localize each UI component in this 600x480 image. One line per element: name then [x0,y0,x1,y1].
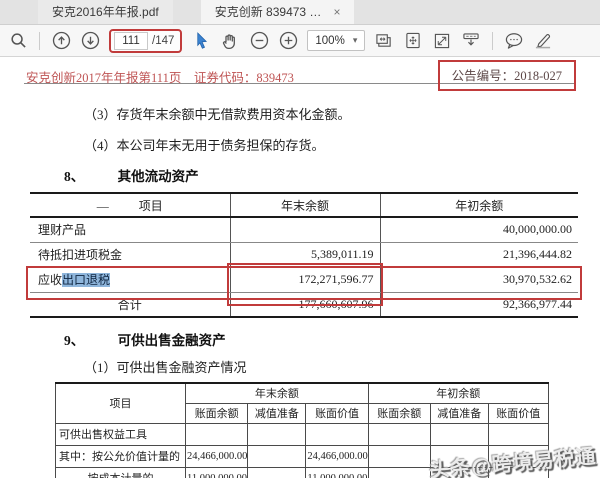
group-header-opening: 年初余额 [368,383,548,403]
search-icon [10,32,27,49]
column-header-item: 项目 [56,383,186,423]
other-current-assets-table-wrap: —项目 年末余额 年初余额 理财产品 40,000,000.00 待抵扣进项税金… [30,192,578,318]
section-number: 8、 [64,169,84,184]
highlighter-button[interactable] [533,29,553,53]
section-number: 9、 [64,333,84,348]
selected-text[interactable]: 出口退税 [62,273,110,287]
page-up-icon [52,31,71,50]
announcement-number-annotation: 公告编号：2018-027 [438,60,576,91]
section-title: 可供出售金融资产 [118,333,226,348]
paragraph-item-4: （4）本公司年末无用于债务担保的存货。 [84,135,600,154]
tab-document-1[interactable]: 安克2016年年报.pdf [38,0,173,24]
chevron-down-icon: ▾ [353,35,358,46]
previous-page-button[interactable] [51,29,71,53]
paragraph-item-3: （3）存货年末余额中无借款费用资本化金额。 [84,104,600,123]
column-header-opening: 年初余额 [380,193,578,217]
search-button[interactable] [8,29,28,53]
next-page-button[interactable] [80,29,100,53]
select-tool-button[interactable] [191,29,211,53]
page-number-annotation: /147 [109,29,182,53]
table-row: 待抵扣进项税金 5,389,011.19 21,396,444.82 [30,242,578,267]
page-number-input[interactable] [114,32,148,50]
comment-button[interactable] [504,29,524,53]
zoom-level-select[interactable]: 100% ▾ [307,30,365,51]
document-header: 安克创新2017年年报第111页 证券代码：839473 公告编号：2018-0… [24,62,576,92]
close-icon[interactable]: × [333,6,340,18]
zoom-level-value: 100% [315,35,344,47]
toolbar-divider [492,32,493,50]
table-row: 可供出售权益工具 [56,423,549,445]
document-page: 安克创新2017年年报第111页 证券代码：839473 公告编号：2018-0… [0,57,600,478]
collapse-toolbar-icon [461,32,481,49]
report-page-label: 安克创新2017年年报第111页 证券代码：839473 [26,67,294,86]
table-header-row: —项目 年末余额 年初余额 [30,193,578,217]
other-current-assets-table: —项目 年末余额 年初余额 理财产品 40,000,000.00 待抵扣进项税金… [30,192,578,318]
fit-page-button[interactable] [403,29,423,53]
cursor-icon [194,32,209,50]
subsection-9-1: （1）可供出售金融资产情况 [84,357,600,376]
table-row: 理财产品 40,000,000.00 [30,217,578,242]
page-total-label: /147 [152,35,174,47]
zoom-in-icon [279,31,298,50]
actual-size-button[interactable] [432,29,452,53]
comment-icon [504,32,524,50]
column-header-closing: 年末余额 [230,193,380,217]
tab-label: 安克2016年年报.pdf [52,5,159,19]
toolbar-divider [39,32,40,50]
hand-tool-button[interactable] [220,29,240,53]
zoom-out-button[interactable] [249,29,269,53]
group-header-closing: 年末余额 [186,383,369,403]
table-total-row: 合计 177,660,607.96 92,366,977.44 [30,292,578,317]
fit-width-button[interactable] [374,29,394,53]
section-title: 其他流动资产 [118,169,199,184]
table-header-row: 项目 年末余额 年初余额 [56,383,549,403]
hand-icon [221,32,239,50]
table-row-highlighted: 应收出口退税 172,271,596.77 30,970,532.62 [30,267,578,292]
zoom-in-button[interactable] [278,29,298,53]
collapse-toolbar-button[interactable] [461,29,481,53]
fit-page-icon [405,32,421,49]
zoom-out-icon [250,31,269,50]
toolbar: /147 100% ▾ [0,25,600,57]
section-9-heading: 9、 可供出售金融资产 [64,329,600,349]
tab-label: 安克创新 839473 … [215,0,322,24]
text-cursor-mark: — [97,199,109,213]
page-down-icon [81,31,100,50]
tab-bar: 安克2016年年报.pdf 安克创新 839473 … × [0,0,600,25]
column-header-item: —项目 [30,193,230,217]
section-8-heading: 8、 其他流动资产 [64,165,600,185]
announcement-number: 公告编号：2018-027 [452,69,562,83]
actual-size-icon [434,33,450,49]
tab-document-2[interactable]: 安克创新 839473 … × [201,0,355,24]
fit-width-icon [375,32,393,49]
highlighter-icon [533,32,553,49]
